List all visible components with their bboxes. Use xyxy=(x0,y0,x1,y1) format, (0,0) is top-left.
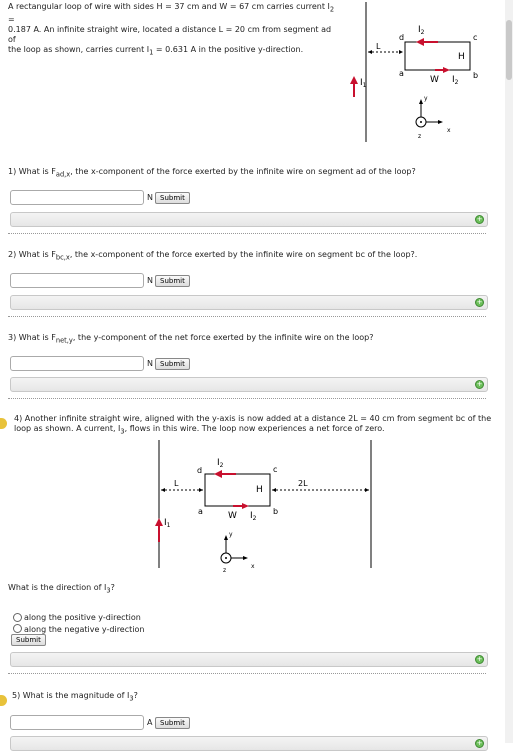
question-1-text: 1) What is Fad,x, the x-component of the… xyxy=(8,167,416,179)
scrollbar[interactable] xyxy=(505,0,513,743)
svg-text:2L: 2L xyxy=(298,479,308,488)
q2-feedback-bar[interactable]: + xyxy=(10,295,488,310)
current-question-marker xyxy=(0,418,7,429)
svg-text:H: H xyxy=(458,52,465,62)
q2-submit-button[interactable]: Submit xyxy=(155,275,190,287)
svg-text:a: a xyxy=(399,69,404,78)
diagram-loop-wire: I1 I2 d c a b H W I2 L y z x xyxy=(350,2,478,142)
q5-feedback-bar[interactable]: + xyxy=(10,736,488,751)
svg-text:I2: I2 xyxy=(217,458,224,469)
q1-answer-input[interactable] xyxy=(10,190,144,205)
svg-text:I2: I2 xyxy=(418,25,425,36)
question-3-text: 3) What is Fnet,y, the y-component of th… xyxy=(8,333,374,345)
q4-submit-button[interactable]: Submit xyxy=(11,634,46,646)
divider xyxy=(8,398,486,399)
expand-icon[interactable]: + xyxy=(475,655,484,664)
divider xyxy=(8,233,486,234)
svg-text:x: x xyxy=(447,127,451,134)
svg-text:H: H xyxy=(256,485,263,495)
svg-text:L: L xyxy=(376,42,381,51)
q5-submit-button[interactable]: Submit xyxy=(155,717,190,729)
svg-text:L: L xyxy=(174,479,179,488)
svg-text:b: b xyxy=(473,71,478,80)
svg-text:y: y xyxy=(424,95,428,102)
question-5-text: 5) What is the magnitude of I3? xyxy=(12,691,138,703)
svg-text:d: d xyxy=(399,33,404,42)
q1-feedback-bar[interactable]: + xyxy=(10,212,488,227)
q3-unit: N xyxy=(147,359,153,368)
diagram-two-wires: I1 I2 d c a b H W I2 L 2L y z x xyxy=(155,440,372,574)
expand-icon[interactable]: + xyxy=(475,739,484,748)
svg-text:I2: I2 xyxy=(452,75,459,86)
problem-intro: A rectangular loop of wire with sides H … xyxy=(8,2,335,57)
question-4-prompt: What is the direction of I3? xyxy=(8,583,115,595)
current-question-marker xyxy=(0,695,7,706)
q4-feedback-bar[interactable]: + xyxy=(10,652,488,667)
svg-text:I2: I2 xyxy=(250,511,257,522)
q3-submit-button[interactable]: Submit xyxy=(155,358,190,370)
divider xyxy=(8,316,486,317)
q2-unit: N xyxy=(147,276,153,285)
svg-text:W: W xyxy=(228,511,237,521)
scrollbar-thumb[interactable] xyxy=(506,20,512,80)
svg-text:y: y xyxy=(229,531,233,538)
expand-icon[interactable]: + xyxy=(475,380,484,389)
svg-text:I1: I1 xyxy=(164,518,171,529)
svg-text:a: a xyxy=(198,507,203,516)
svg-text:W: W xyxy=(430,75,439,85)
expand-icon[interactable]: + xyxy=(475,215,484,224)
q5-unit: A xyxy=(147,718,153,727)
option-negative-label: along the negative y-direction xyxy=(24,625,145,634)
q2-answer-input[interactable] xyxy=(10,273,144,288)
q3-feedback-bar[interactable]: + xyxy=(10,377,488,392)
q1-unit: N xyxy=(147,193,153,202)
svg-text:c: c xyxy=(273,465,277,474)
option-positive-label: along the positive y-direction xyxy=(24,613,141,622)
radio-option-negative[interactable] xyxy=(13,624,22,633)
q1-submit-button[interactable]: Submit xyxy=(155,192,190,204)
svg-text:z: z xyxy=(418,133,421,140)
radio-option-positive[interactable] xyxy=(13,613,22,622)
question-4-text: 4) Another infinite straight wire, align… xyxy=(14,414,492,436)
svg-text:z: z xyxy=(223,567,226,574)
svg-text:b: b xyxy=(273,507,278,516)
divider xyxy=(8,673,486,674)
svg-text:c: c xyxy=(473,33,477,42)
svg-text:d: d xyxy=(197,466,202,475)
q3-answer-input[interactable] xyxy=(10,356,144,371)
question-2-text: 2) What is Fbc,x, the x-component of the… xyxy=(8,250,418,262)
expand-icon[interactable]: + xyxy=(475,298,484,307)
svg-text:x: x xyxy=(251,563,255,570)
q5-answer-input[interactable] xyxy=(10,715,144,730)
